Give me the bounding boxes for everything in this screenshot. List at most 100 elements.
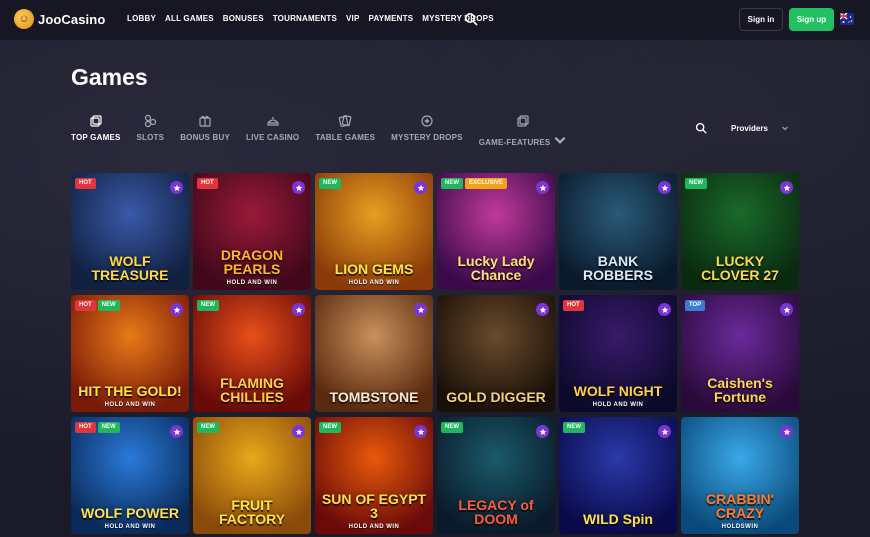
nav-all-games[interactable]: ALL GAMES bbox=[165, 14, 214, 23]
favorite-star-icon[interactable] bbox=[780, 181, 793, 194]
nav-payments[interactable]: PAYMENTS bbox=[369, 14, 414, 23]
favorite-star-icon[interactable] bbox=[292, 181, 305, 194]
game-tile[interactable]: BANK ROBBERS bbox=[559, 173, 677, 290]
new-badge: NEW bbox=[441, 422, 463, 433]
game-tile[interactable]: HOT WOLF TREASURE bbox=[71, 173, 189, 290]
favorite-star-icon[interactable] bbox=[292, 425, 305, 438]
game-title: WILD Spin bbox=[583, 511, 653, 527]
page-title: Games bbox=[71, 64, 148, 90]
game-title: Lucky Lady Chance bbox=[457, 253, 535, 283]
game-title: LUCKY CLOVER 27 bbox=[701, 253, 779, 283]
game-tile[interactable]: NEW LION GEMS HOLD AND WIN bbox=[315, 173, 433, 290]
tab-top-games[interactable]: TOP GAMES bbox=[71, 114, 121, 152]
tab-label: SLOTS bbox=[136, 133, 165, 142]
favorite-star-icon[interactable] bbox=[170, 303, 183, 316]
tab-live-casino[interactable]: LIVE CASINO bbox=[246, 114, 299, 152]
game-tile[interactable]: NEW LEGACY of DOOM bbox=[437, 417, 555, 534]
game-badges: HOT NEW bbox=[75, 422, 120, 433]
nav-lobby[interactable]: LOBBY bbox=[127, 14, 156, 23]
favorite-star-icon[interactable] bbox=[414, 303, 427, 316]
nav-mystery-drops[interactable]: MYSTERY DROPS bbox=[422, 14, 494, 23]
hot-badge: HOT bbox=[75, 300, 96, 311]
favorite-star-icon[interactable] bbox=[536, 181, 549, 194]
favorite-star-icon[interactable] bbox=[414, 425, 427, 438]
game-tile[interactable]: HOT DRAGON PEARLS HOLD AND WIN bbox=[193, 173, 311, 290]
game-tile[interactable]: NEW LUCKY CLOVER 27 bbox=[681, 173, 799, 290]
australia-flag-icon[interactable] bbox=[840, 13, 854, 25]
game-title: WOLF TREASURE bbox=[91, 253, 169, 283]
sign-up-button[interactable]: Sign up bbox=[789, 8, 834, 31]
new-badge: NEW bbox=[319, 178, 341, 189]
tab-table-games[interactable]: TABLE GAMES bbox=[315, 114, 375, 152]
tab-label: TABLE GAMES bbox=[315, 133, 376, 142]
tab-label: MYSTERY DROPS bbox=[391, 133, 463, 142]
live-casino-icon bbox=[266, 117, 279, 126]
mystery-drops-icon bbox=[421, 115, 433, 127]
favorite-star-icon[interactable] bbox=[536, 303, 549, 316]
game-tile[interactable]: NEW WILD Spin bbox=[559, 417, 677, 534]
new-badge: NEW bbox=[441, 178, 463, 189]
favorite-star-icon[interactable] bbox=[536, 425, 549, 438]
tab-mystery-drops[interactable]: MYSTERY DROPS bbox=[391, 114, 463, 152]
game-title: HIT THE GOLD! bbox=[78, 383, 182, 399]
game-features-icon bbox=[517, 115, 529, 127]
hot-badge: HOT bbox=[75, 422, 96, 433]
favorite-star-icon[interactable] bbox=[780, 303, 793, 316]
category-tabs: TOP GAMES SLOTS BONUS BUY LIVE CASINO TA… bbox=[71, 114, 583, 152]
game-tile[interactable]: HOT NEW HIT THE GOLD! HOLD AND WIN bbox=[71, 295, 189, 412]
game-badges: NEW bbox=[319, 178, 341, 189]
game-subtitle: HOLD AND WIN bbox=[592, 402, 644, 408]
game-tile[interactable]: HOT WOLF NIGHT HOLD AND WIN bbox=[559, 295, 677, 412]
game-tile[interactable]: NEW EXCLUSIVE Lucky Lady Chance bbox=[437, 173, 555, 290]
game-tile[interactable]: TOMBSTONE bbox=[315, 295, 433, 412]
game-title: Caishen's Fortune bbox=[707, 375, 773, 405]
favorite-star-icon[interactable] bbox=[658, 303, 671, 316]
game-badges: NEW bbox=[441, 422, 463, 433]
tab-slots[interactable]: SLOTS bbox=[137, 114, 165, 152]
game-title: BANK ROBBERS bbox=[582, 253, 653, 283]
game-badges: HOT NEW bbox=[75, 300, 120, 311]
game-tile[interactable]: NEW FLAMING CHILLIES bbox=[193, 295, 311, 412]
chevron-down-icon bbox=[554, 136, 566, 144]
tab-bonus-buy[interactable]: BONUS BUY bbox=[180, 114, 230, 152]
tab-label: BONUS BUY bbox=[180, 133, 230, 142]
favorite-star-icon[interactable] bbox=[170, 181, 183, 194]
game-badges: NEW EXCLUSIVE bbox=[441, 178, 508, 189]
favorite-star-icon[interactable] bbox=[414, 181, 427, 194]
game-tile[interactable]: CRABBIN' CRAZY HOLDSWIN bbox=[681, 417, 799, 534]
game-search-button[interactable] bbox=[686, 114, 715, 142]
game-tile[interactable]: TOP Caishen's Fortune bbox=[681, 295, 799, 412]
favorite-star-icon[interactable] bbox=[658, 425, 671, 438]
favorite-star-icon[interactable] bbox=[658, 181, 671, 194]
favorite-star-icon[interactable] bbox=[780, 425, 793, 438]
game-tile[interactable]: NEW SUN OF EGYPT 3 HOLD AND WIN bbox=[315, 417, 433, 534]
game-title: FLAMING CHILLIES bbox=[220, 375, 284, 405]
top-badge: TOP bbox=[685, 300, 706, 311]
tab-game-features[interactable]: GAME-FEATURES bbox=[479, 114, 568, 152]
game-subtitle: HOLDSWIN bbox=[721, 524, 759, 530]
nav-bonuses[interactable]: BONUSES bbox=[223, 14, 264, 23]
nav-vip[interactable]: VIP bbox=[346, 14, 360, 23]
exclusive-badge: EXCLUSIVE bbox=[465, 178, 508, 189]
new-badge: NEW bbox=[197, 422, 219, 433]
game-title: GOLD DIGGER bbox=[446, 389, 546, 405]
game-title: FRUIT FACTORY bbox=[218, 497, 286, 527]
providers-dropdown[interactable]: Providers bbox=[721, 114, 799, 142]
tab-label: GAME-FEATURES bbox=[478, 138, 551, 147]
game-tile[interactable]: NEW FRUIT FACTORY bbox=[193, 417, 311, 534]
game-tile[interactable]: HOT NEW WOLF POWER HOLD AND WIN bbox=[71, 417, 189, 534]
game-title: WOLF POWER bbox=[81, 505, 179, 521]
nav-tournaments[interactable]: TOURNAMENTS bbox=[273, 14, 337, 23]
game-tile[interactable]: GOLD DIGGER bbox=[437, 295, 555, 412]
game-badges: NEW bbox=[197, 300, 219, 311]
providers-label: Providers bbox=[731, 123, 768, 133]
search-icon bbox=[695, 122, 706, 134]
game-title: LEGACY of DOOM bbox=[458, 497, 534, 527]
favorite-star-icon[interactable] bbox=[292, 303, 305, 316]
search-icon[interactable] bbox=[464, 12, 478, 26]
game-badges: TOP bbox=[685, 300, 706, 311]
logo[interactable]: ☺ JooCasino bbox=[14, 9, 105, 29]
logo-icon: ☺ bbox=[14, 9, 34, 29]
sign-in-button[interactable]: Sign in bbox=[739, 8, 783, 31]
favorite-star-icon[interactable] bbox=[170, 425, 183, 438]
